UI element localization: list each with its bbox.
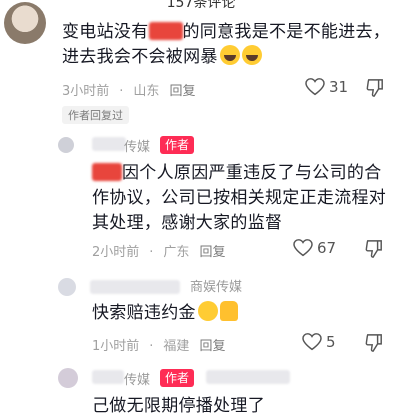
avatar[interactable]	[58, 137, 74, 153]
comment-text-part: 因个人原因严重违反了与公司的合	[122, 163, 382, 183]
thumbs-up-icon	[219, 301, 238, 321]
author-name[interactable]: 传媒	[124, 136, 150, 155]
avatar[interactable]	[4, 2, 46, 44]
heart-icon	[305, 78, 325, 96]
comment-meta: 2小时前 · 广东 回复	[92, 241, 235, 260]
comment-meta: 1小时前 · 福建 回复	[92, 335, 235, 354]
comment-location: 福建	[163, 339, 190, 354]
grin-emoji-icon	[197, 301, 218, 321]
comment-text-part: 作协议，公司已按相关规定正走流程对	[92, 188, 387, 208]
blurred-author-name	[92, 370, 124, 384]
comment-time: 1小时前	[92, 339, 140, 354]
comment-text: 己做无限期停播处理了	[92, 396, 265, 416]
comment-text: 变电站没有 的同意我是不是不能进去， 进去我会不会被网暴	[62, 20, 390, 70]
comment-time: 2小时前	[92, 245, 140, 260]
comment-text-part: 进去我会不会被网暴	[62, 47, 218, 67]
comment-text-part: 的同意我是不是不能进去，	[182, 22, 391, 42]
comment-location: 广东	[163, 245, 190, 260]
like-count: 67	[317, 239, 337, 257]
cry-emoji-icon	[241, 45, 262, 65]
like-button[interactable]: 5	[302, 333, 336, 351]
dislike-icon[interactable]	[366, 78, 384, 98]
comment-time: 3小时前	[62, 84, 110, 99]
comment-meta: 3小时前 · 山东 回复	[62, 80, 205, 99]
reply-to-name[interactable]: 商娱传媒	[190, 276, 242, 295]
separator: ·	[149, 245, 154, 260]
author-badge: 作者	[160, 136, 195, 154]
blurred-author-name	[92, 137, 126, 151]
like-count: 5	[326, 333, 336, 351]
cry-emoji-icon	[219, 45, 240, 65]
comment-count: 157条评论	[166, 0, 236, 11]
avatar[interactable]	[58, 278, 76, 296]
comment-text-part: 其处理，感谢大家的监督	[92, 213, 283, 233]
comment-location: 山东	[133, 84, 160, 99]
comment-text: 因个人原因严重违反了与公司的合 作协议，公司已按相关规定正走流程对 其处理，感谢…	[92, 161, 386, 236]
like-button[interactable]: 67	[293, 239, 336, 257]
reply-button[interactable]: 回复	[169, 84, 195, 99]
comment-text: 快索赔违约金	[92, 301, 238, 326]
comment-text-part: 快索赔违约金	[92, 303, 196, 323]
avatar[interactable]	[58, 368, 78, 388]
dislike-icon[interactable]	[365, 333, 383, 353]
redacted-name	[148, 22, 183, 40]
reply-button[interactable]: 回复	[199, 245, 225, 260]
blurred-text	[206, 370, 290, 384]
redacted-name	[92, 163, 122, 181]
dislike-icon[interactable]	[365, 239, 383, 259]
like-count: 31	[329, 78, 349, 96]
separator: ·	[119, 84, 124, 99]
author-replied-tag: 作者回复过	[62, 106, 129, 124]
author-name[interactable]: 传媒	[124, 369, 150, 388]
separator: ·	[149, 339, 154, 354]
heart-icon	[293, 239, 313, 257]
comment-text-part: 变电站没有	[62, 22, 149, 42]
heart-icon	[302, 333, 322, 351]
author-badge: 作者	[160, 369, 195, 387]
like-button[interactable]: 31	[305, 78, 348, 96]
blurred-author-name	[90, 280, 180, 294]
reply-button[interactable]: 回复	[199, 339, 225, 354]
